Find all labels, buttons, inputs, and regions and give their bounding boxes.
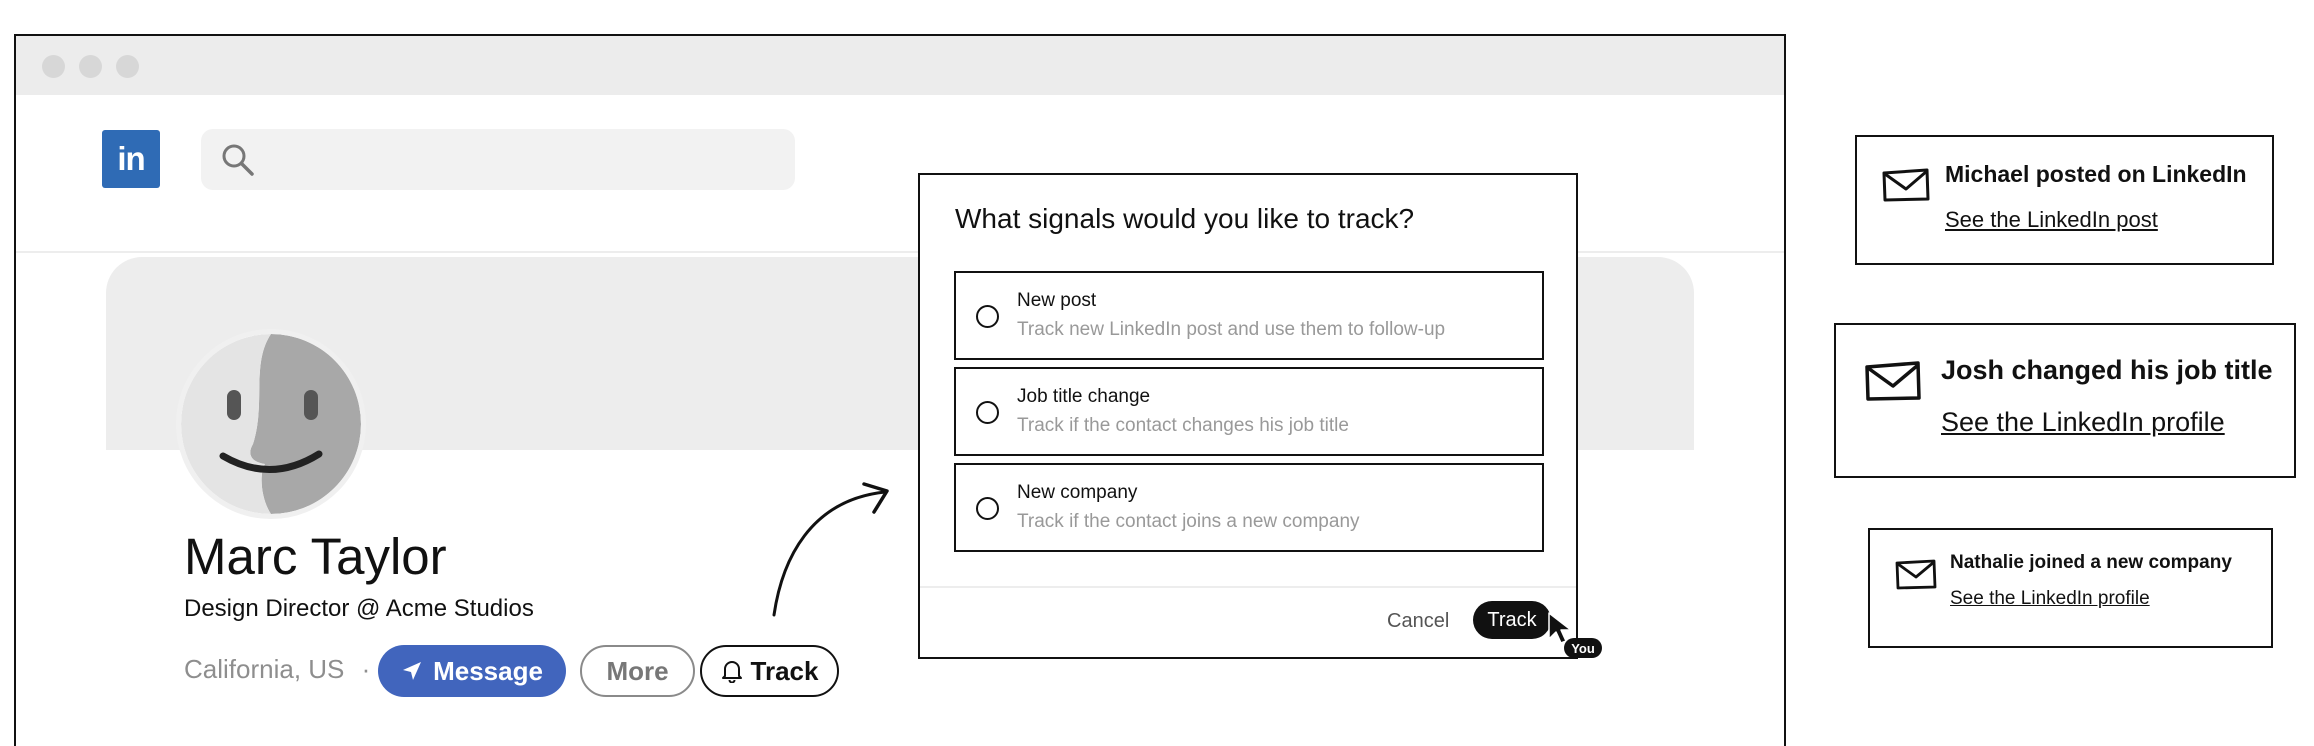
notification-link[interactable]: See the LinkedIn profile <box>1950 588 2150 610</box>
option-label: New post <box>1017 290 1097 311</box>
minimize-window-dot[interactable] <box>79 55 102 78</box>
notification-link[interactable]: See the LinkedIn profile <box>1941 407 2225 438</box>
envelope-icon <box>1895 559 1937 590</box>
message-button-label: Message <box>433 655 543 686</box>
notification-title: Nathalie joined a new company <box>1950 552 2232 573</box>
envelope-icon <box>1865 361 1921 401</box>
notification-card[interactable]: Michael posted on LinkedIn See the Linke… <box>1855 135 2274 265</box>
cancel-button[interactable]: Cancel <box>1387 610 1449 633</box>
notification-link[interactable]: See the LinkedIn post <box>1945 207 2158 233</box>
modal-footer: Cancel Track <box>920 586 1576 659</box>
send-icon <box>403 662 422 680</box>
notification-card[interactable]: Josh changed his job title See the Linke… <box>1834 323 2296 478</box>
envelope-icon <box>1882 168 1930 202</box>
option-new-post[interactable]: New post Track new LinkedIn post and use… <box>954 271 1544 360</box>
track-signals-modal: What signals would you like to track? Ne… <box>918 173 1578 659</box>
close-window-dot[interactable] <box>42 55 65 78</box>
more-button[interactable]: More <box>580 645 695 697</box>
notification-card[interactable]: Nathalie joined a new company See the Li… <box>1868 528 2273 648</box>
option-new-company[interactable]: New company Track if the contact joins a… <box>954 463 1544 552</box>
option-description: Track new LinkedIn post and use them to … <box>1017 319 1446 340</box>
track-button-label: Track <box>750 655 819 686</box>
smiley-face-icon <box>181 334 361 514</box>
option-job-title-change[interactable]: Job title change Track if the contact ch… <box>954 367 1544 456</box>
notification-title: Michael posted on LinkedIn <box>1945 161 2247 187</box>
notification-title: Josh changed his job title <box>1941 355 2273 385</box>
message-button[interactable]: Message <box>378 645 566 697</box>
radio-new-company[interactable] <box>976 497 999 520</box>
profile-location: California, US · <box>184 654 370 685</box>
option-description: Track if the contact changes his job tit… <box>1017 415 1349 436</box>
linkedin-logo-icon[interactable]: in <box>102 130 160 188</box>
search-icon <box>222 144 254 176</box>
title-bar <box>16 36 1784 95</box>
option-label: Job title change <box>1017 386 1151 407</box>
maximize-window-dot[interactable] <box>116 55 139 78</box>
radio-job-title-change[interactable] <box>976 401 999 424</box>
option-description: Track if the contact joins a new company <box>1017 511 1360 532</box>
location-separator: · <box>361 654 371 684</box>
avatar <box>176 329 366 519</box>
location-text: California, US <box>184 654 345 684</box>
search-bar[interactable] <box>201 129 795 190</box>
bell-icon <box>721 661 742 683</box>
profile-role: Design Director @ Acme Studios <box>184 595 534 622</box>
modal-title: What signals would you like to track? <box>955 203 1415 234</box>
cursor-user-badge: You <box>1564 638 1602 658</box>
track-button[interactable]: Track <box>700 645 839 697</box>
option-label: New company <box>1017 482 1138 503</box>
profile-name: Marc Taylor <box>184 528 447 585</box>
radio-new-post[interactable] <box>976 305 999 328</box>
curved-arrow-icon <box>772 482 889 617</box>
confirm-track-button[interactable]: Track <box>1473 601 1551 639</box>
